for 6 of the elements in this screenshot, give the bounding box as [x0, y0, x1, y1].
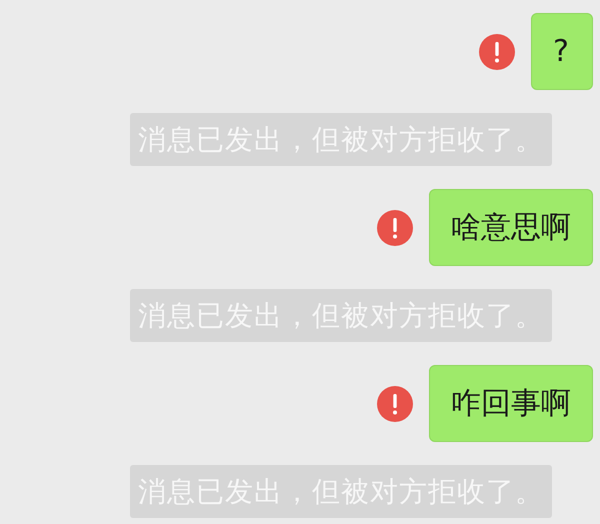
- message-bubble[interactable]: 啥意思啊: [429, 189, 593, 266]
- error-icon[interactable]: [377, 210, 413, 246]
- message-bubble[interactable]: 咋回事啊: [429, 365, 593, 442]
- error-icon[interactable]: [377, 386, 413, 422]
- error-icon[interactable]: [479, 34, 515, 70]
- message-bubble[interactable]: ?: [531, 13, 593, 90]
